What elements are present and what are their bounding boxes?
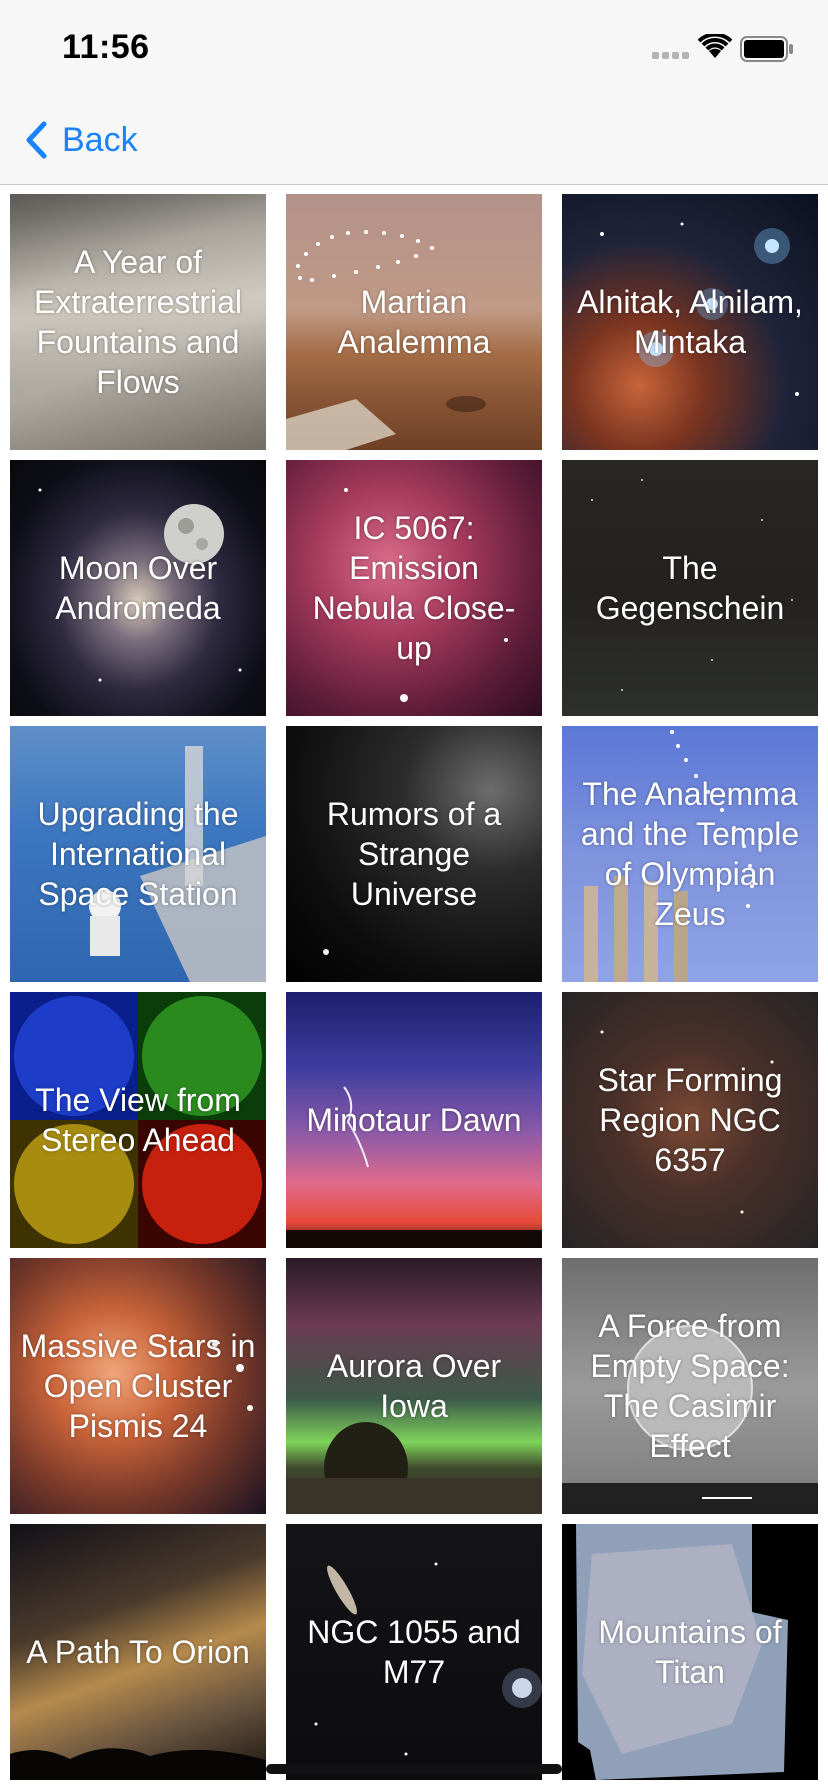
tile-title: Alnitak, Alnilam, Mintaka bbox=[577, 284, 803, 360]
grid-tile[interactable]: A Force from Empty Space: The Casimir Ef… bbox=[562, 1258, 818, 1514]
tile-title: Martian Analemma bbox=[337, 284, 491, 360]
grid-tile[interactable]: Minotaur Dawn bbox=[286, 992, 542, 1248]
grid-tile[interactable]: NGC 1055 and M77 bbox=[286, 1524, 542, 1780]
tile-title: Minotaur Dawn bbox=[306, 1102, 522, 1138]
tile-title: The View from Stereo Ahead bbox=[35, 1082, 241, 1158]
tile-title: Mountains of Titan bbox=[598, 1614, 782, 1690]
grid-tile[interactable]: The Analemma and the Temple of Olympian … bbox=[562, 726, 818, 982]
wifi-icon bbox=[698, 34, 732, 58]
navigation-bar: Back bbox=[0, 96, 828, 185]
image-grid[interactable]: A Year of Extraterrestrial Fountains and… bbox=[0, 194, 828, 1792]
tile-title: The Gegenschein bbox=[595, 550, 785, 626]
status-bar: 11:56 bbox=[0, 0, 828, 96]
grid-tile[interactable]: Star Forming Region NGC 6357 bbox=[562, 992, 818, 1248]
tile-title: NGC 1055 and M77 bbox=[307, 1614, 521, 1690]
chevron-left-icon bbox=[26, 121, 47, 159]
grid-tile[interactable]: Alnitak, Alnilam, Mintaka bbox=[562, 194, 818, 450]
tile-title: Upgrading the International Space Statio… bbox=[37, 796, 239, 912]
grid-tile[interactable]: Mountains of Titan bbox=[562, 1524, 818, 1780]
tile-title: Aurora Over Iowa bbox=[326, 1348, 502, 1424]
tile-title: IC 5067: Emission Nebula Close-up bbox=[312, 510, 516, 666]
grid-tile[interactable]: Aurora Over Iowa bbox=[286, 1258, 542, 1514]
tile-title: A Force from Empty Space: The Casimir Ef… bbox=[590, 1308, 790, 1464]
grid-tile[interactable]: A Year of Extraterrestrial Fountains and… bbox=[10, 194, 266, 450]
status-time: 11:56 bbox=[62, 28, 150, 66]
grid-tile[interactable]: A Path To Orion bbox=[10, 1524, 266, 1780]
tile-title: Star Forming Region NGC 6357 bbox=[597, 1062, 783, 1178]
grid-tile[interactable]: Moon Over Andromeda bbox=[10, 460, 266, 716]
grid-tile[interactable]: The Gegenschein bbox=[562, 460, 818, 716]
tile-title: A Year of Extraterrestrial Fountains and… bbox=[33, 244, 243, 400]
grid-tile[interactable]: Massive Stars in Open Cluster Pismis 24 bbox=[10, 1258, 266, 1514]
grid-tile[interactable]: Rumors of a Strange Universe bbox=[286, 726, 542, 982]
battery-icon bbox=[740, 36, 793, 62]
grid-tile[interactable]: The View from Stereo Ahead bbox=[10, 992, 266, 1248]
grid-tile[interactable]: Upgrading the International Space Statio… bbox=[10, 726, 266, 982]
tile-title: Rumors of a Strange Universe bbox=[326, 796, 502, 912]
grid-tile[interactable]: Martian Analemma bbox=[286, 194, 542, 450]
tile-title: Moon Over Andromeda bbox=[55, 550, 221, 626]
back-button-label: Back bbox=[62, 120, 138, 159]
grid-tile[interactable]: IC 5067: Emission Nebula Close-up bbox=[286, 460, 542, 716]
tile-title: The Analemma and the Temple of Olympian … bbox=[580, 776, 800, 932]
tile-title: Massive Stars in Open Cluster Pismis 24 bbox=[20, 1328, 256, 1444]
back-button[interactable]: Back bbox=[24, 116, 138, 164]
tile-title: A Path To Orion bbox=[26, 1634, 250, 1670]
